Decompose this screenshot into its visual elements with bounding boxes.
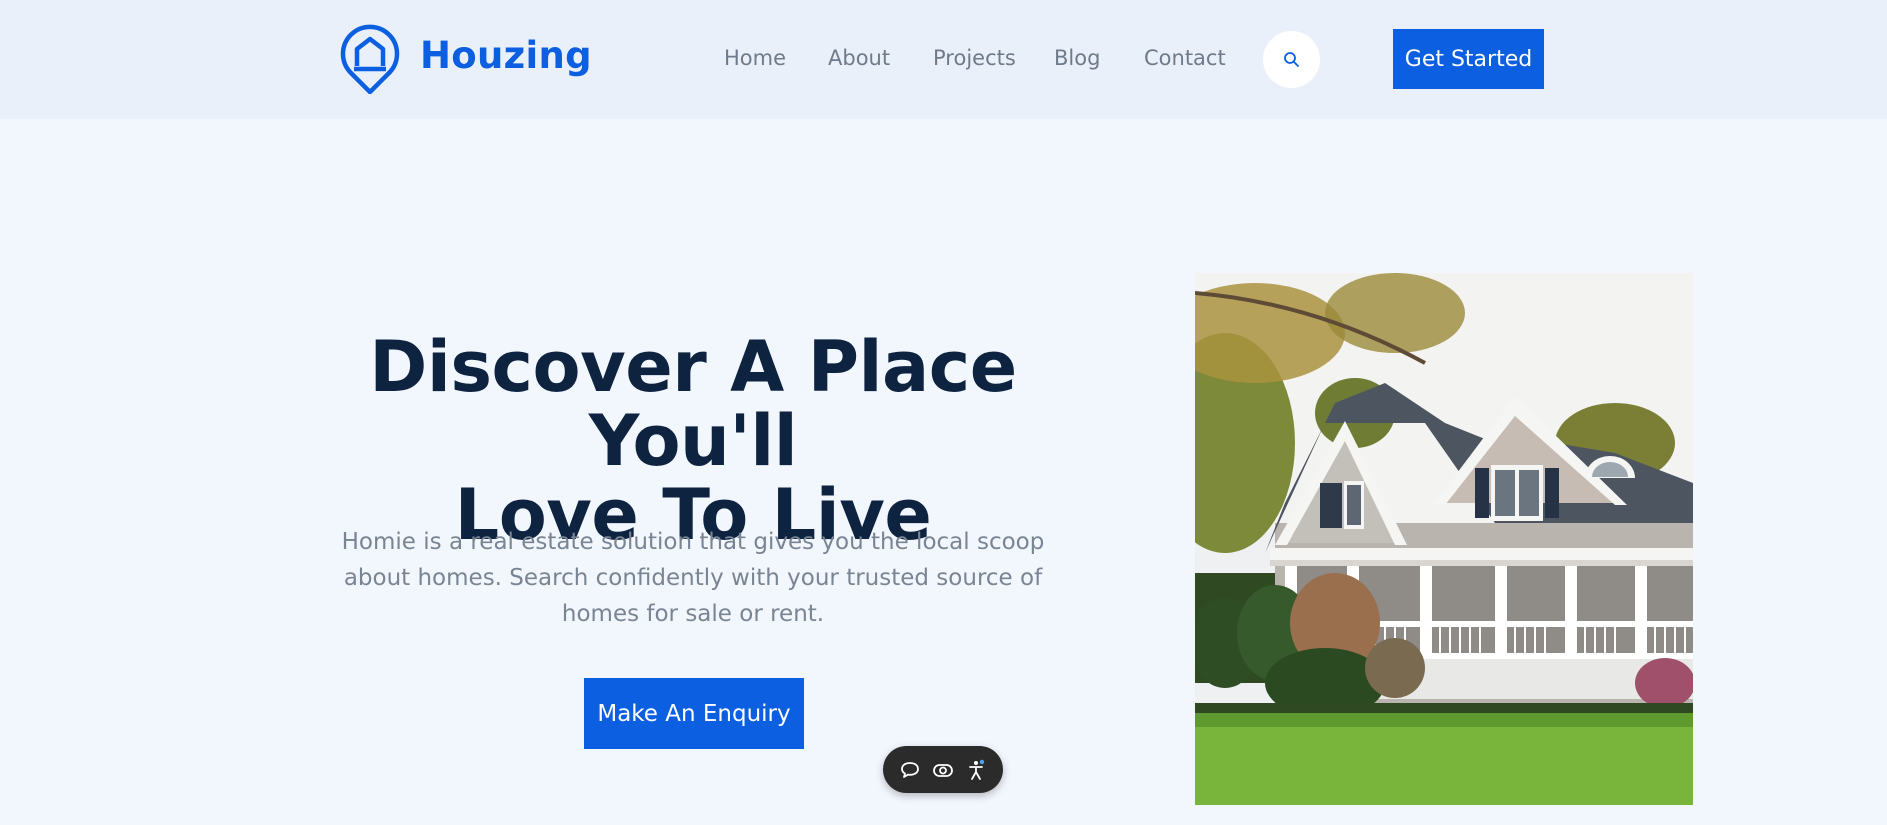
brand-name: Houzing xyxy=(420,34,592,77)
chat-bubble-icon[interactable] xyxy=(898,758,922,782)
nav-contact[interactable]: Contact xyxy=(1144,46,1226,70)
search-icon xyxy=(1284,52,1299,67)
accessibility-widget xyxy=(883,746,1003,793)
search-button[interactable] xyxy=(1263,31,1320,88)
accessibility-icon[interactable] xyxy=(964,758,988,782)
hero-title-line1: Discover A Place You'll xyxy=(369,326,1017,482)
make-enquiry-button[interactable]: Make An Enquiry xyxy=(584,678,804,749)
brand-logo[interactable]: Houzing xyxy=(338,22,592,94)
nav-about[interactable]: About xyxy=(828,46,890,70)
hero-description: Homie is a real estate solution that giv… xyxy=(341,529,1045,627)
get-started-button[interactable]: Get Started xyxy=(1393,29,1544,89)
house-photo xyxy=(1195,273,1693,805)
nav-home[interactable]: Home xyxy=(724,46,786,70)
eye-icon[interactable] xyxy=(931,758,955,782)
hero-title: Discover A Place You'll Love To Live xyxy=(290,330,1096,552)
site-header: Houzing Home About Projects Blog Contact… xyxy=(0,0,1887,119)
nav-blog[interactable]: Blog xyxy=(1054,46,1100,70)
nav-projects[interactable]: Projects xyxy=(933,46,1016,70)
house-pin-icon xyxy=(340,24,400,94)
